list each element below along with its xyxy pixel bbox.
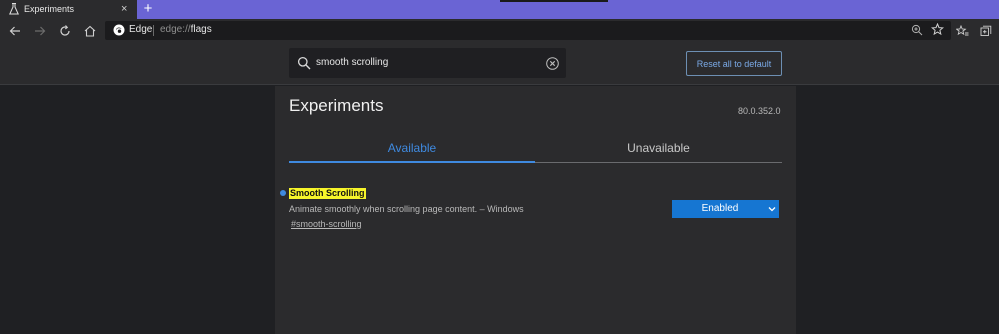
experiment-title: Smooth Scrolling [289, 188, 366, 199]
edge-logo-icon [113, 24, 125, 36]
collections-icon [980, 25, 992, 36]
home-icon [84, 25, 96, 37]
forward-button[interactable] [31, 22, 49, 39]
favorites-button[interactable] [953, 22, 971, 39]
url-scheme: edge:// [160, 24, 191, 35]
search-icon [297, 56, 311, 70]
version-label: 80.0.352.0 [738, 106, 781, 116]
chevron-down-icon [768, 207, 776, 212]
modified-indicator [280, 190, 286, 196]
arrow-left-icon [9, 26, 20, 35]
drag-handle[interactable] [500, 0, 608, 2]
favorites-icon [955, 24, 968, 35]
tab-divider [535, 162, 782, 163]
experiment-permalink[interactable]: #smooth-scrolling [291, 219, 362, 230]
home-button[interactable] [81, 22, 99, 39]
active-tab-indicator [289, 161, 535, 163]
tab-close-icon[interactable]: × [121, 3, 127, 15]
address-bar[interactable]: Edge edge://flags [105, 21, 951, 40]
url-host: flags [190, 24, 212, 35]
reset-all-button[interactable]: Reset all to default [686, 51, 782, 76]
right-margin [796, 86, 999, 334]
arrow-right-icon [35, 26, 46, 35]
star-icon[interactable] [931, 23, 944, 36]
experiment-description: Animate smoothly when scrolling page con… [289, 204, 524, 214]
title-bar: Experiments × + [0, 0, 999, 19]
search-box[interactable]: smooth scrolling [289, 48, 566, 78]
browser-tab[interactable]: Experiments × [0, 0, 137, 19]
new-tab-button[interactable]: + [141, 1, 155, 17]
left-margin [0, 86, 275, 334]
page-title: Experiments [289, 96, 384, 115]
experiment-state-select[interactable]: Enabled [672, 200, 779, 218]
refresh-icon [60, 24, 70, 36]
back-button[interactable] [6, 22, 24, 39]
url-text[interactable]: edge://flags [160, 24, 212, 36]
collections-button[interactable] [977, 22, 995, 39]
flask-icon [9, 3, 19, 15]
zoom-in-icon[interactable] [911, 24, 923, 36]
tab-unavailable[interactable]: Unavailable [535, 134, 782, 162]
select-value: Enabled [701, 203, 739, 214]
tab-available[interactable]: Available [289, 134, 535, 162]
site-identity-label: Edge [129, 24, 153, 35]
clear-icon[interactable] [546, 57, 559, 70]
search-input[interactable]: smooth scrolling [316, 57, 388, 69]
refresh-button[interactable] [56, 22, 74, 39]
address-separator [153, 25, 154, 36]
tab-title: Experiments [24, 4, 75, 14]
